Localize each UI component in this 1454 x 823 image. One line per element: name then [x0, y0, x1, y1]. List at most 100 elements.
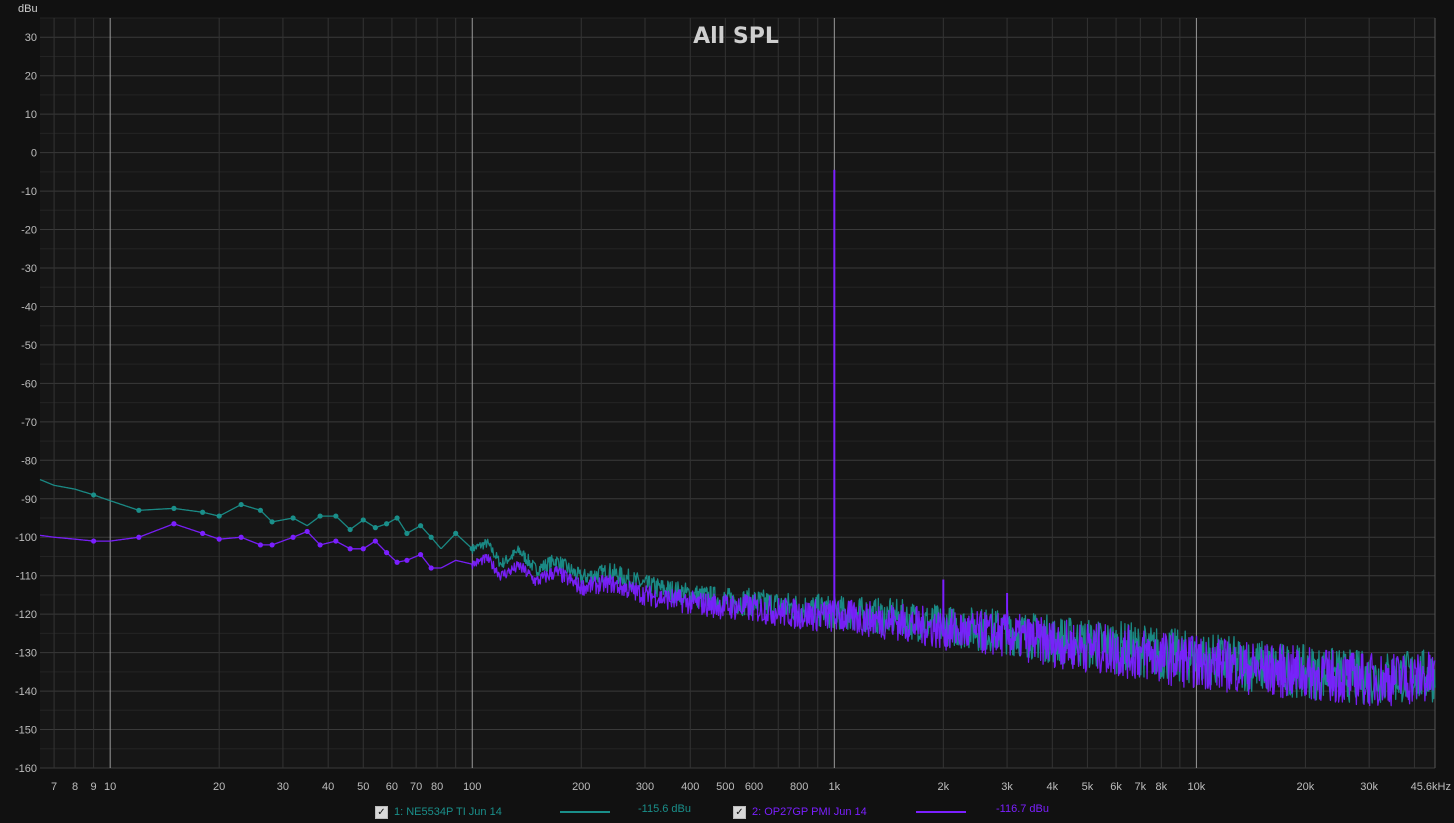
x-tick-label: 800	[790, 781, 808, 793]
series-1-point	[372, 525, 378, 531]
series-2-level: -116.7 dBu	[996, 803, 1050, 815]
series-2-point	[404, 557, 410, 563]
x-tick-label: 80	[431, 781, 443, 793]
series-2-point	[269, 542, 275, 548]
series-1-point	[171, 505, 177, 511]
y-axis-unit-label: dBu	[18, 3, 38, 15]
y-tick-label: -110	[16, 571, 37, 583]
y-tick-label: -20	[21, 225, 37, 237]
series-2-point	[200, 530, 206, 536]
x-tick-label: 6k	[1110, 781, 1122, 793]
x-tick-label: 4k	[1047, 781, 1059, 793]
series-1-point	[360, 517, 366, 523]
series-1-point	[453, 530, 459, 536]
series-2-point	[257, 542, 264, 548]
series-2-point	[347, 546, 353, 552]
y-tick-label: -90	[21, 494, 37, 506]
series-2-point	[428, 565, 434, 571]
y-tick-label: -50	[21, 340, 37, 352]
y-tick-label: -70	[21, 417, 37, 429]
x-tick-label: 30k	[1360, 781, 1378, 793]
series-2-name: 2: OP27GP PMI Jun 14	[752, 806, 867, 818]
series-1-point	[238, 501, 244, 508]
x-tick-label: 60	[386, 781, 398, 793]
series-1-level: -115.6 dBu	[638, 803, 692, 815]
x-tick-label: 100	[463, 781, 481, 793]
x-tick-label: 10	[104, 781, 116, 793]
series-2-point	[394, 559, 400, 565]
y-tick-label: 20	[25, 71, 37, 83]
x-tick-label: 45.6kHz	[1411, 781, 1451, 793]
series-2-point	[383, 550, 390, 556]
x-tick-label: 40	[322, 781, 334, 793]
x-tick-label: 30	[277, 781, 289, 793]
x-tick-label: 200	[572, 781, 590, 793]
y-tick-label: -140	[15, 686, 37, 698]
chart-title: All SPL	[693, 24, 779, 49]
series-1-point	[469, 546, 475, 552]
x-tick-label: 1k	[829, 781, 841, 793]
y-tick-label: 30	[25, 32, 37, 44]
series-1-point	[428, 534, 434, 540]
legend-item-1[interactable]: ✓ 1: NE5534P TI Jun 14	[375, 803, 502, 821]
series-1-point	[347, 526, 353, 533]
series-1-point	[136, 507, 142, 513]
x-tick-label: 600	[745, 781, 763, 793]
series-2-point	[290, 534, 296, 540]
series-1-point	[257, 507, 264, 513]
y-tick-label: -40	[21, 301, 37, 313]
series-2-point	[317, 542, 323, 548]
y-tick-label: -60	[21, 378, 37, 390]
x-tick-label: 500	[716, 781, 734, 793]
series-2-point	[417, 551, 424, 558]
legend-item-2[interactable]: ✓ 2: OP27GP PMI Jun 14	[733, 803, 867, 821]
series-2-point	[304, 528, 310, 535]
series-1-point	[269, 519, 275, 525]
series-1-point	[317, 513, 323, 519]
y-tick-label: -150	[15, 725, 37, 737]
x-tick-label: 20	[213, 781, 225, 793]
y-tick-label: -80	[21, 455, 37, 467]
series-2-point	[333, 538, 339, 544]
series-1-point	[200, 509, 206, 515]
series-2-point	[216, 536, 222, 542]
x-tick-label: 7k	[1135, 781, 1147, 793]
series-2-point	[91, 538, 97, 544]
series-1-point	[404, 530, 410, 536]
y-tick-label: -160	[15, 763, 37, 775]
series-2-point	[171, 521, 177, 527]
x-tick-label: 70	[410, 781, 422, 793]
series-1-name: 1: NE5534P TI Jun 14	[394, 806, 502, 818]
x-tick-label: 5k	[1082, 781, 1094, 793]
series-1-point	[383, 521, 390, 527]
x-tick-label: 50	[357, 781, 369, 793]
series-2-checkbox[interactable]: ✓	[733, 805, 746, 819]
spectrum-chart: 3020100-10-20-30-40-50-60-70-80-90-100-1…	[15, 3, 1451, 793]
x-tick-label: 7	[51, 781, 57, 793]
y-tick-label: 10	[25, 109, 37, 121]
x-tick-label: 300	[636, 781, 654, 793]
series-1-point	[216, 513, 222, 519]
series-1-point	[91, 492, 97, 498]
x-tick-label: 8	[72, 781, 78, 793]
series-1-point	[394, 515, 400, 521]
x-tick-label: 8k	[1156, 781, 1168, 793]
series-1-point	[333, 513, 339, 519]
x-tick-label: 2k	[938, 781, 950, 793]
series-2-swatch	[916, 811, 966, 813]
series-1-swatch	[560, 811, 610, 813]
series-2-point	[360, 546, 366, 552]
series-2-point	[136, 534, 142, 540]
series-1-checkbox[interactable]: ✓	[375, 805, 388, 819]
y-tick-label: -130	[15, 648, 37, 660]
y-tick-label: 0	[31, 148, 37, 160]
series-2-point	[372, 538, 378, 544]
x-tick-label: 9	[91, 781, 97, 793]
y-tick-label: -10	[21, 186, 37, 198]
series-2-point	[238, 534, 244, 540]
x-tick-label: 3k	[1001, 781, 1013, 793]
y-tick-label: -30	[21, 263, 37, 275]
series-1-point	[417, 523, 424, 529]
x-tick-label: 10k	[1188, 781, 1206, 793]
series-1-point	[290, 515, 296, 521]
